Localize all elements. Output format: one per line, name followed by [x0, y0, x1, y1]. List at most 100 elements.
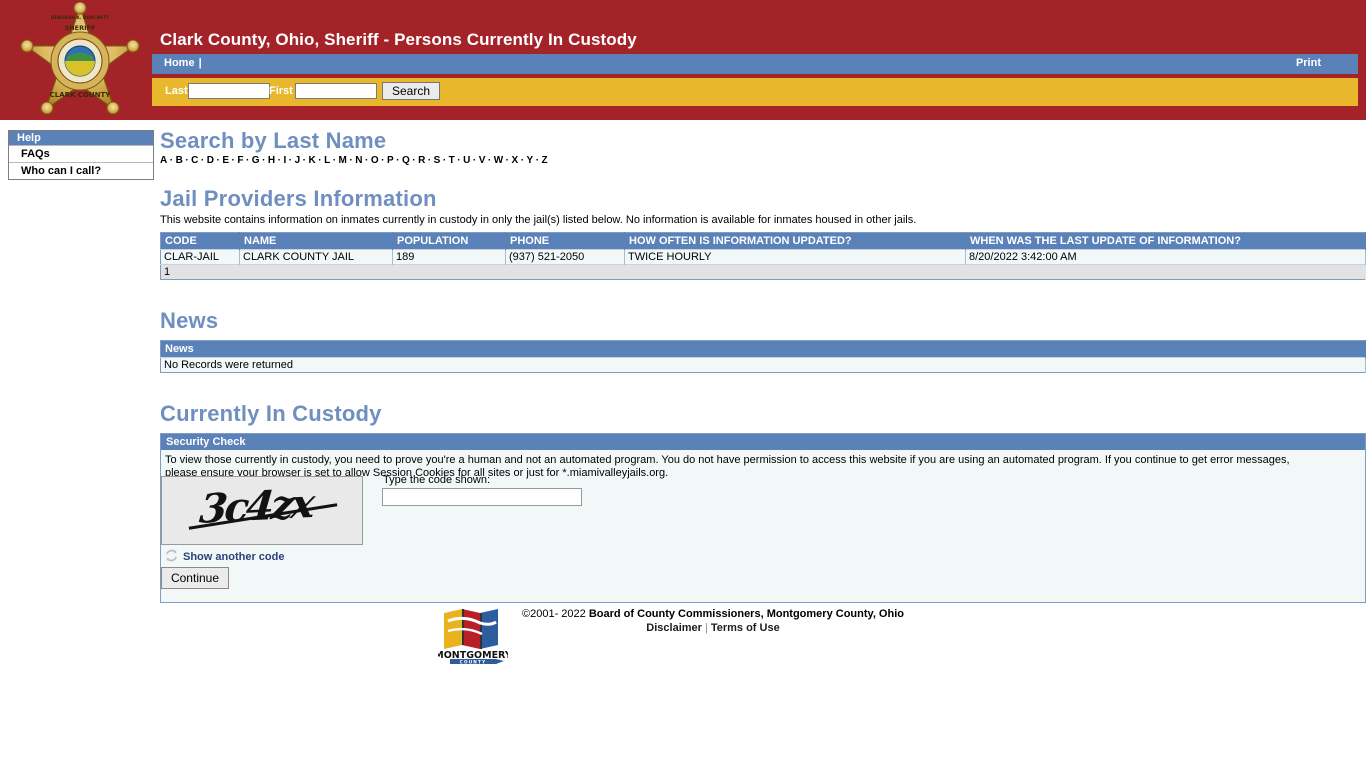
svg-text:DEBORAH K. BURCHETT: DEBORAH K. BURCHETT	[51, 15, 110, 21]
alphabet-link-f[interactable]: F	[237, 155, 244, 166]
terms-of-use-link[interactable]: Terms of Use	[711, 622, 780, 634]
col-name: NAME	[239, 232, 393, 250]
table-row: CLAR-JAIL CLARK COUNTY JAIL 189 (937) 52…	[160, 249, 1366, 265]
alphabet-separator: ·	[245, 155, 250, 166]
alphabet-separator: ·	[505, 155, 510, 166]
currently-in-custody-heading: Currently In Custody	[160, 401, 382, 426]
col-code: CODE	[160, 232, 240, 250]
news-empty-message: No Records were returned	[160, 357, 1366, 373]
news-table: News No Records were returned	[160, 340, 1366, 373]
jail-providers-lead: This website contains information on inm…	[160, 214, 917, 226]
alphabet-separator: ·	[318, 155, 323, 166]
alphabet-separator: ·	[396, 155, 400, 166]
alphabet-separator: ·	[349, 155, 354, 166]
sidebar-item-who-can-i-call[interactable]: Who can I call?	[9, 162, 153, 179]
alphabet-link-m[interactable]: M	[339, 155, 348, 166]
site-footer: MONTGOMERY COUNTY ©2001- 2022 Board of C…	[0, 600, 1366, 664]
alphabet-separator: ·	[381, 155, 385, 166]
alphabet-link-b[interactable]: B	[176, 155, 184, 166]
alphabet-link-x[interactable]: X	[512, 155, 519, 166]
alphabet-separator: ·	[427, 155, 432, 166]
disclaimer-link[interactable]: Disclaimer	[646, 622, 702, 634]
alphabet-link-r[interactable]: R	[418, 155, 426, 166]
alphabet-link-i[interactable]: I	[283, 155, 286, 166]
alphabet-link-t[interactable]: T	[449, 155, 456, 166]
refresh-icon	[165, 549, 178, 565]
cell-code: CLAR-JAIL	[160, 249, 240, 265]
alphabet-separator: ·	[288, 155, 293, 166]
alphabet-separator: ·	[231, 155, 236, 166]
alphabet-link-g[interactable]: G	[252, 155, 260, 166]
alphabet-separator: ·	[262, 155, 266, 166]
last-name-label: Last	[165, 85, 188, 97]
alphabet-link-d[interactable]: D	[207, 155, 215, 166]
nav-item-home[interactable]: Home	[164, 57, 195, 69]
alphabet-separator: ·	[457, 155, 462, 166]
cell-update-frequency: TWICE HOURLY	[624, 249, 966, 265]
news-empty-row: No Records were returned	[160, 357, 1366, 373]
alphabet-link-e[interactable]: E	[222, 155, 229, 166]
sheriff-star-badge-icon: SHERIFF CLARK COUNTY DEBORAH K. BURCHETT	[16, 1, 144, 120]
alphabet-link-k[interactable]: K	[309, 155, 317, 166]
site-header: SHERIFF CLARK COUNTY DEBORAH K. BURCHETT…	[0, 0, 1366, 120]
alphabet-separator: ·	[200, 155, 205, 166]
first-name-label: First	[269, 85, 293, 97]
nav-separator: |	[198, 57, 202, 69]
alphabet-link-j[interactable]: J	[295, 155, 301, 166]
montgomery-county-logo-icon: MONTGOMERY COUNTY	[434, 607, 512, 665]
page-title: Clark County, Ohio, Sheriff - Persons Cu…	[160, 30, 637, 49]
alphabet-separator: ·	[332, 155, 337, 166]
alphabet-separator: ·	[302, 155, 307, 166]
nav-left-group: Home |	[164, 57, 206, 69]
alphabet-link-a[interactable]: A	[160, 155, 168, 166]
first-name-input[interactable]	[295, 83, 377, 99]
logo-name-bottom: COUNTY	[460, 659, 487, 664]
alphabet-separator: ·	[442, 155, 447, 166]
primary-nav: Home | Print	[152, 54, 1358, 74]
alphabet-link-u[interactable]: U	[463, 155, 471, 166]
security-check-body: To view those currently in custody, you …	[161, 450, 1365, 602]
search-by-last-name-heading: Search by Last Name	[160, 128, 387, 153]
news-heading: News	[160, 308, 219, 333]
pager-page-number[interactable]: 1	[160, 264, 1366, 280]
alphabet-link-n[interactable]: N	[355, 155, 363, 166]
alphabet-link-o[interactable]: O	[371, 155, 379, 166]
help-sidebar: Help FAQs Who can I call?	[8, 130, 154, 180]
sidebar-item-faqs[interactable]: FAQs	[9, 145, 153, 162]
search-button[interactable]: Search	[382, 82, 440, 100]
alphabet-link-c[interactable]: C	[191, 155, 199, 166]
alphabet-link-s[interactable]: S	[434, 155, 441, 166]
show-another-code-link[interactable]: Show another code	[165, 549, 284, 565]
captcha-input[interactable]	[382, 488, 582, 506]
col-news: News	[160, 340, 1366, 358]
sidebar-header: Help	[9, 131, 153, 145]
print-link[interactable]: Print	[1296, 57, 1321, 69]
alphabet-link-h[interactable]: H	[268, 155, 276, 166]
alphabet-separator: ·	[412, 155, 417, 166]
alphabet-separator: ·	[520, 155, 525, 166]
show-another-code-label: Show another code	[183, 551, 285, 563]
alphabet-index: A · B · C · D · E · F · G · H · I · J · K · L · M · N · O · P · Q · R · S · T ·…	[160, 155, 1366, 166]
alphabet-link-l[interactable]: L	[324, 155, 331, 166]
alphabet-link-p[interactable]: P	[387, 155, 394, 166]
alphabet-separator: ·	[185, 155, 190, 166]
news-header-row: News	[160, 340, 1366, 358]
continue-button[interactable]: Continue	[161, 567, 229, 589]
alphabet-link-y[interactable]: Y	[527, 155, 534, 166]
alphabet-separator: ·	[487, 155, 492, 166]
footer-link-separator: |	[704, 622, 708, 634]
alphabet-link-z[interactable]: Z	[542, 155, 549, 166]
alphabet-link-w[interactable]: W	[494, 155, 504, 166]
copyright-owner: Board of County Commissioners, Montgomer…	[588, 608, 904, 620]
cell-name: CLARK COUNTY JAIL	[239, 249, 393, 265]
last-name-input[interactable]	[188, 83, 270, 99]
alphabet-separator: ·	[364, 155, 369, 166]
copyright-prefix: ©2001- 2022	[522, 608, 589, 620]
captcha-image: 3c4zx	[161, 476, 363, 545]
alphabet-link-v[interactable]: V	[479, 155, 486, 166]
svg-text:CLARK COUNTY: CLARK COUNTY	[50, 91, 112, 99]
alphabet-separator: ·	[535, 155, 540, 166]
cell-population: 189	[392, 249, 506, 265]
alphabet-link-q[interactable]: Q	[402, 155, 410, 166]
alphabet-separator: ·	[169, 155, 174, 166]
